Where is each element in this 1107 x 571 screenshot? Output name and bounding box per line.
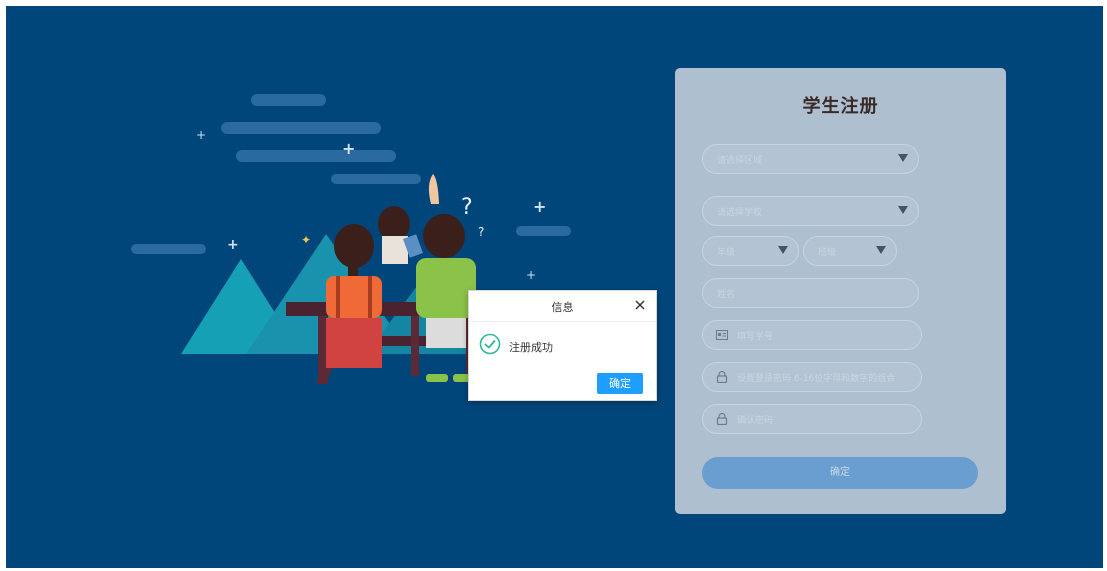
password-input[interactable]: 设置登录密码 6-16位字母和数字的组合: [702, 362, 922, 392]
svg-text:+: +: [533, 197, 546, 216]
submit-button[interactable]: 确定: [702, 457, 978, 489]
cloud-shape: [251, 94, 326, 106]
class-placeholder: 班级: [818, 248, 837, 258]
cloud-shape: [516, 226, 571, 236]
svg-text:?: ?: [461, 195, 473, 220]
chevron-down-icon: [778, 246, 788, 254]
name-input[interactable]: 姓名: [702, 278, 919, 308]
info-dialog: 信息 注册成功 确定: [468, 290, 657, 401]
dialog-title: 信息: [551, 301, 574, 314]
cloud-shape: [331, 174, 421, 184]
svg-text:+: +: [342, 139, 355, 158]
chevron-down-icon: [876, 246, 886, 254]
lock-icon: [716, 413, 728, 425]
registration-panel: 学生注册 请选择区域 请选择学校 年级 班级 姓名 填写学号 设置登录密码 6-…: [675, 68, 1006, 514]
lock-icon: [716, 371, 728, 383]
dialog-message: 注册成功: [509, 341, 553, 354]
close-icon[interactable]: [633, 298, 647, 312]
chevron-down-icon: [898, 206, 908, 214]
confirm-button[interactable]: 确定: [597, 373, 643, 394]
student-id-placeholder: 填写学号: [737, 332, 774, 342]
password-placeholder: 设置登录密码 6-16位字母和数字的组合: [737, 374, 896, 384]
name-placeholder: 姓名: [717, 290, 736, 300]
dialog-header: 信息: [469, 291, 656, 322]
district-select[interactable]: 请选择区域: [702, 144, 919, 174]
svg-text:+: +: [227, 237, 239, 253]
chevron-down-icon: [898, 154, 908, 162]
cloud-shape: [221, 122, 381, 134]
grade-placeholder: 年级: [717, 248, 736, 258]
success-check-icon: [479, 333, 501, 355]
confirm-password-placeholder: 确认密码: [737, 416, 774, 426]
cloud-shape: [236, 150, 396, 162]
page-background: + + + + + ✦ ? ? 学生注册 请选择区域 请选择学校 年级 班级 姓…: [6, 6, 1103, 568]
svg-text:?: ?: [478, 225, 484, 239]
student-id-input[interactable]: 填写学号: [702, 320, 922, 350]
svg-text:+: +: [196, 128, 206, 142]
district-placeholder: 请选择区域: [717, 156, 763, 166]
id-card-icon: [716, 330, 728, 340]
grade-select[interactable]: 年级: [702, 236, 799, 266]
confirm-password-input[interactable]: 确认密码: [702, 404, 922, 434]
school-select[interactable]: 请选择学校: [702, 196, 919, 226]
class-select[interactable]: 班级: [803, 236, 897, 266]
cloud-shape: [131, 244, 206, 254]
svg-text:✦: ✦: [301, 233, 311, 247]
registration-title: 学生注册: [802, 96, 879, 117]
school-placeholder: 请选择学校: [717, 208, 763, 218]
svg-text:+: +: [526, 268, 536, 282]
